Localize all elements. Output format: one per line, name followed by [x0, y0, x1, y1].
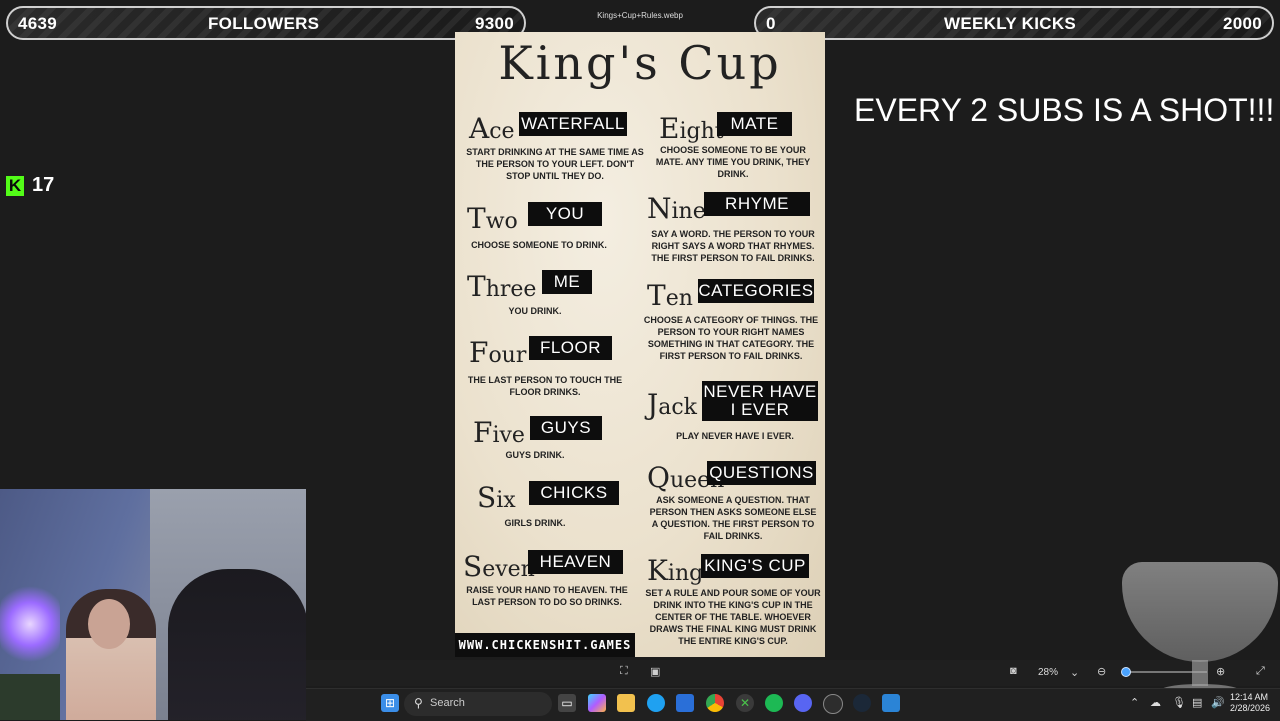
edge-icon[interactable] [647, 694, 665, 712]
rule-guys: GUYS [530, 416, 602, 440]
store-icon[interactable] [676, 694, 694, 712]
rule-waterfall: WATERFALL [519, 112, 627, 136]
taskbar-clock[interactable]: 12:14 AM 2/28/2026 [1230, 692, 1270, 714]
discord-icon[interactable] [794, 694, 812, 712]
followers-goal: 9300 [474, 14, 514, 33]
followers-current: 4639 [18, 14, 58, 33]
card-name-king: King [647, 554, 704, 587]
viewer-file-title: Kings+Cup+Rules.webp [597, 11, 683, 20]
followers-label: FOLLOWERS [208, 14, 320, 33]
rule-desc-five: GUYS DRINK. [505, 450, 565, 460]
rule-desc-seven: RAISE YOUR HAND TO HEAVEN. THE LAST PERS… [466, 585, 628, 607]
rule-desc-six: GIRLS DRINK. [504, 518, 566, 528]
chevron-up-icon[interactable]: ⌃ [1130, 696, 1139, 709]
card-name-four: Four [469, 336, 527, 369]
kicks-label: WEEKLY KICKS [944, 14, 1077, 33]
rule-desc-three: YOU DRINK. [508, 306, 562, 316]
rule-questions: QUESTIONS [707, 461, 816, 485]
rule-kings-cup: KING'S CUP [701, 554, 809, 578]
rule-chicks: CHICKS [529, 481, 619, 505]
task-view-icon[interactable]: ▭ [558, 694, 576, 712]
rule-you: YOU [528, 202, 602, 226]
chevron-down-icon[interactable]: ⌄ [1070, 666, 1079, 679]
actual-size-icon[interactable]: ▣ [650, 665, 660, 678]
volume-icon[interactable]: 🔊 [1211, 696, 1225, 709]
folder-icon[interactable] [617, 694, 635, 712]
poster-title: King's Cup [498, 36, 782, 90]
card-name-ace: Ace [469, 112, 515, 145]
card-name-nine: Nine [647, 192, 706, 225]
rule-desc-four: THE LAST PERSON TO TOUCH THE FLOOR DRINK… [467, 375, 623, 397]
card-name-five: Five [473, 416, 525, 449]
brandy-glass-overlay [1122, 562, 1278, 702]
stream-overlay-text: EVERY 2 SUBS IS A SHOT!!! [854, 92, 1275, 128]
xbox-icon[interactable]: ✕ [736, 694, 754, 712]
poster-website: WWW.CHICKENSHIT.GAMES [455, 633, 635, 657]
kings-cup-rules-image: King's Cup Ace WATERFALL START DRINKING … [455, 32, 825, 657]
microphone-icon[interactable]: 🎙 [1172, 696, 1186, 709]
card-name-six: Six [477, 481, 516, 514]
card-name-two: Two [467, 202, 518, 235]
rule-desc-two: CHOOSE SOMEONE TO DRINK. [471, 240, 607, 250]
rule-never-have-i-ever: NEVER HAVE I EVER [702, 381, 818, 421]
card-name-jack: Jack [647, 388, 698, 421]
search-icon: ⚲ [414, 696, 423, 710]
rule-desc-jack: PLAY NEVER HAVE I EVER. [676, 431, 794, 441]
clock-time: 12:14 AM [1230, 692, 1269, 702]
rule-mate: MATE [717, 112, 792, 136]
zoom-out-icon[interactable]: ⊖ [1097, 665, 1106, 678]
rule-desc-nine: SAY A WORD. THE PERSON TO YOUR RIGHT SAY… [651, 229, 815, 263]
rule-desc-queen: ASK SOMEONE A QUESTION. THAT PERSON THEN… [649, 495, 817, 541]
rule-rhyme: RHYME [704, 192, 810, 216]
rule-desc-eight: CHOOSE SOMEONE TO BE YOUR MATE. ANY TIME… [655, 145, 811, 179]
rule-desc-king: SET A RULE AND POUR SOME OF YOUR DRINK I… [645, 588, 821, 646]
rule-desc-ace: START DRINKING AT THE SAME TIME AS THE P… [466, 147, 644, 181]
card-name-seven: Seven [463, 550, 535, 583]
photos-app-icon[interactable] [882, 694, 900, 712]
copilot-icon[interactable] [588, 694, 606, 712]
rule-heaven: HEAVEN [528, 550, 623, 574]
search-placeholder: Search [430, 697, 465, 709]
rule-categories: CATEGORIES [698, 279, 814, 303]
card-name-eight: Eight [659, 112, 724, 145]
obs-icon[interactable] [823, 694, 843, 714]
rule-desc-ten: CHOOSE A CATEGORY OF THINGS. THE PERSON … [643, 315, 819, 361]
kicks-goal: 2000 [1222, 14, 1262, 33]
card-name-ten: Ten [647, 279, 693, 312]
rule-floor: FLOOR [529, 336, 612, 360]
clock-date: 2/28/2026 [1230, 703, 1271, 713]
steam-icon[interactable] [853, 694, 871, 712]
kick-logo-icon: K [6, 176, 24, 196]
zoom-level[interactable]: 28% [1038, 667, 1058, 678]
card-name-three: Three [467, 270, 537, 303]
taskbar-search[interactable]: ⚲ Search [404, 692, 552, 716]
network-icon[interactable]: ▤ [1192, 696, 1202, 709]
weekly-kicks-goal-bar: 0 WEEKLY KICKS 2000 [754, 6, 1274, 40]
kick-viewer-count: 17 [32, 174, 55, 196]
rule-me: ME [542, 270, 592, 294]
windows-start-icon[interactable]: ⊞ [381, 694, 399, 712]
chrome-icon[interactable] [706, 694, 724, 712]
fit-to-window-icon[interactable]: ⛶ [620, 665, 628, 678]
screenshot-icon[interactable]: ◙ [1010, 665, 1017, 677]
followers-goal-bar: 4639 FOLLOWERS 9300 [6, 6, 526, 40]
spotify-icon[interactable] [765, 694, 783, 712]
onedrive-icon[interactable]: ☁ [1150, 696, 1161, 709]
kicks-current: 0 [766, 14, 776, 33]
webcam-feed [0, 489, 306, 720]
